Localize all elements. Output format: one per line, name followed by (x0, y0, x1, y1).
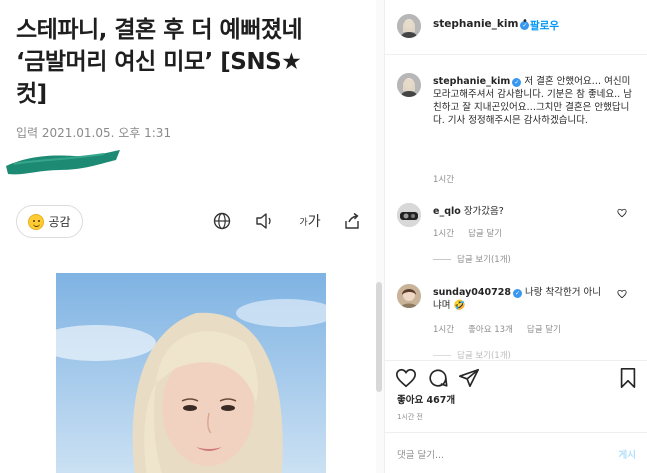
empathy-button[interactable]: 공감 (16, 205, 83, 238)
empathy-label: 공감 (48, 215, 71, 229)
comment-meta: 1시간 답글 달기 (433, 227, 502, 239)
post-time: 1시간 전 (397, 413, 423, 421)
heart-icon[interactable] (617, 289, 627, 299)
view-replies-label: 답글 보기(1개) (457, 255, 511, 265)
font-size-large-label: 가 (307, 214, 321, 230)
comment-body: sunday040728 ✓ 나랑 착각한거 아니냐며 🤣 (433, 286, 603, 312)
scroll-handle[interactable] (376, 282, 382, 392)
caption-meta: 1시간 (433, 173, 454, 185)
comment-icon[interactable] (427, 367, 449, 389)
article-photo (56, 273, 326, 473)
comment-username[interactable]: e_qlo (433, 206, 461, 217)
verified-badge-icon: ✓ (512, 78, 522, 87)
comment-text: 장가갔음? (463, 206, 504, 217)
caption-time[interactable]: 1시간 (433, 173, 454, 185)
list-item: sunday040728 ✓ 나랑 착각한거 아니냐며 🤣 1시간 좋아요 13개… (397, 284, 637, 344)
caption-username[interactable]: stephanie_kim (433, 76, 510, 87)
post-button[interactable]: 게시 (619, 447, 636, 461)
article-date: 입력 2021.01.05. 오후 1:31 (16, 126, 172, 140)
comment-meta: 1시간 좋아요 13개 답글 달기 (433, 323, 561, 335)
avatar[interactable] (397, 284, 421, 308)
comment-body: e_qlo 장가갔음? (433, 205, 633, 218)
reply-button[interactable]: 답글 달기 (468, 227, 502, 239)
header-username-text: stephanie_kim (433, 18, 519, 30)
speaker-icon[interactable] (254, 210, 276, 232)
comment-input[interactable]: 댓글 달기... (397, 447, 444, 461)
send-icon[interactable] (458, 367, 480, 389)
font-size-small-label: 가 (299, 217, 308, 228)
reply-button[interactable]: 답글 달기 (527, 323, 561, 335)
avatar[interactable] (397, 73, 421, 97)
column-divider (376, 0, 384, 473)
comment-username[interactable]: sunday040728 (433, 287, 511, 298)
reply-line (433, 354, 451, 356)
comment-time[interactable]: 1시간 (433, 227, 454, 239)
article-headline: 스테파니, 결혼 후 더 예뻐졌네 ‘금발머리 여신 미모’ [SNS★ 컷] (16, 14, 368, 110)
bookmark-icon[interactable] (617, 367, 639, 389)
verified-badge-icon: ✓ (512, 289, 522, 298)
avatar[interactable] (397, 203, 421, 227)
separator-dot: • (522, 16, 528, 27)
green-brush-mark (6, 150, 120, 175)
avatar[interactable] (397, 14, 421, 38)
news-article: 스테파니, 결혼 후 더 예뻐졌네 ‘금발머리 여신 미모’ [SNS★ 컷] … (0, 0, 376, 473)
caption-body: stephanie_kim ✓ 저 결혼 안했어요… 여신미모라고해주셔서 감사합… (433, 75, 633, 127)
heart-icon[interactable] (395, 367, 417, 389)
view-replies-button[interactable]: 답글 보기(1개) (433, 253, 511, 265)
share-icon[interactable] (341, 210, 363, 232)
reply-line (433, 258, 451, 260)
globe-icon[interactable] (211, 210, 233, 232)
comment-likes[interactable]: 좋아요 13개 (468, 323, 513, 335)
headline-line-1: 스테파니, 결혼 후 더 예뻐졌네 (16, 17, 303, 43)
header-username[interactable]: stephanie_kim ✓ (433, 18, 530, 30)
likes-count[interactable]: 좋아요 467개 (397, 392, 455, 406)
instagram-panel: stephanie_kim ✓ • 팔로우 stephanie_kim ✓ 저 결혼… (384, 0, 647, 473)
headline-line-2: ‘금발머리 여신 미모’ [SNS★ (16, 49, 302, 75)
font-size-icon[interactable]: 가가 (297, 210, 323, 232)
caption: stephanie_kim ✓ 저 결혼 안했어요… 여신미모라고해주셔서 감사합… (397, 73, 637, 185)
action-bar (385, 360, 647, 390)
smile-icon (28, 213, 45, 230)
heart-icon[interactable] (617, 208, 627, 218)
post-header: stephanie_kim ✓ • 팔로우 (385, 0, 647, 55)
headline-line-3: 컷] (16, 81, 47, 107)
follow-button[interactable]: 팔로우 (530, 18, 559, 33)
comment-time[interactable]: 1시간 (433, 323, 454, 335)
comment-input-area[interactable]: 댓글 달기... 게시 (385, 432, 647, 473)
